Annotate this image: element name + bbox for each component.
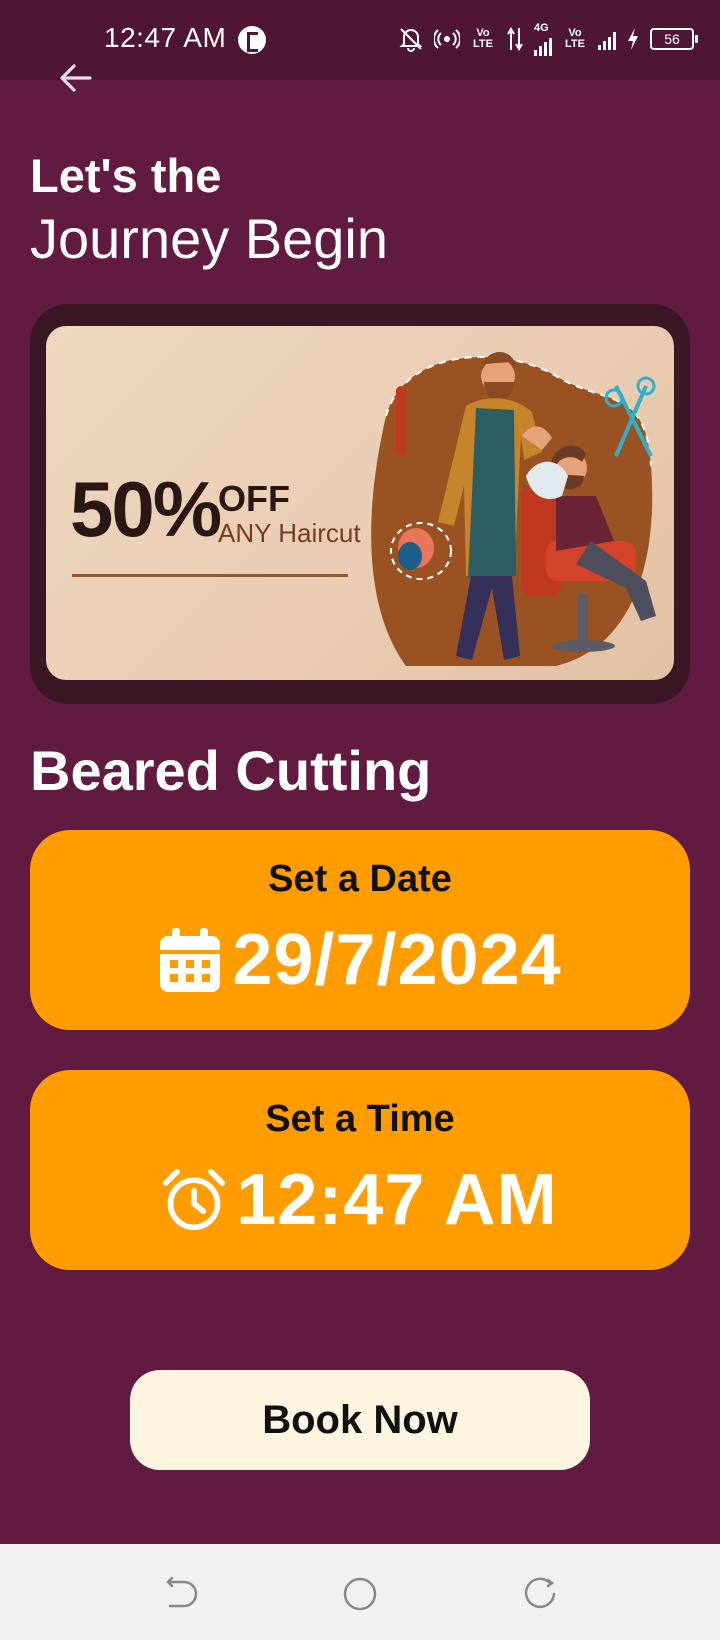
- signal-strength-icon-2: [598, 28, 616, 50]
- signal-4g: 4G: [534, 21, 552, 56]
- charging-icon: [628, 28, 638, 50]
- time-value-row: 12:47 AM: [30, 1160, 690, 1240]
- selected-time: 12:47 AM: [236, 1160, 558, 1240]
- journey-heading: Journey Begin: [30, 207, 389, 270]
- time-picker-label: Set a Time: [265, 1098, 455, 1140]
- promo-subtitle: ANY Haircut: [218, 518, 361, 548]
- system-nav-bar: [0, 1544, 720, 1640]
- barber-illustration: [371, 352, 656, 666]
- battery-level: 56: [664, 31, 680, 47]
- selected-date: 29/7/2024: [232, 920, 562, 1000]
- promo-discount: 50%: [70, 465, 222, 553]
- date-picker-label: Set a Date: [268, 858, 452, 900]
- promo-banner-image: 50% OFF ANY Haircut: [46, 326, 674, 680]
- status-bar: 12:47 AM Vo LTE 4G Vo LTE 56: [0, 0, 720, 80]
- home-nav-icon[interactable]: [340, 1574, 380, 1614]
- time-picker-card[interactable]: Set a Time 12:47 AM: [30, 1070, 690, 1270]
- greeting-heading: Let's the: [30, 149, 222, 202]
- back-arrow-icon[interactable]: [56, 58, 96, 98]
- promo-off-label: OFF: [218, 478, 290, 519]
- back-nav-icon[interactable]: [160, 1574, 200, 1614]
- network-type-label: 4G: [534, 21, 549, 34]
- recents-nav-icon[interactable]: [520, 1574, 560, 1614]
- book-now-button[interactable]: Book Now: [130, 1370, 590, 1470]
- service-title: Beared Cutting: [30, 739, 432, 802]
- calendar-icon: [160, 928, 221, 992]
- promo-divider: [72, 574, 348, 577]
- status-icons: Vo LTE 4G Vo LTE 56: [398, 21, 698, 56]
- promo-banner[interactable]: 50% OFF ANY Haircut: [30, 304, 690, 704]
- alarm-clock-icon: [163, 1168, 226, 1231]
- date-picker-card[interactable]: Set a Date 29/7/2024: [30, 830, 690, 1030]
- volte-icon-2: Vo LTE: [565, 27, 585, 50]
- hotspot-icon: [434, 29, 460, 49]
- status-time: 12:47 AM: [104, 22, 227, 53]
- booking-screen: 12:47 AM Vo LTE 4G Vo LTE 56 Let's the J…: [0, 0, 720, 1640]
- data-transfer-icon: [507, 27, 523, 51]
- signal-strength-icon: [534, 34, 552, 56]
- battery-icon: 56: [650, 28, 698, 50]
- app-notification-icon: [238, 26, 266, 54]
- muted-bell-icon: [399, 28, 423, 52]
- date-value-row: 29/7/2024: [30, 920, 690, 1000]
- volte-icon: Vo LTE: [473, 27, 493, 50]
